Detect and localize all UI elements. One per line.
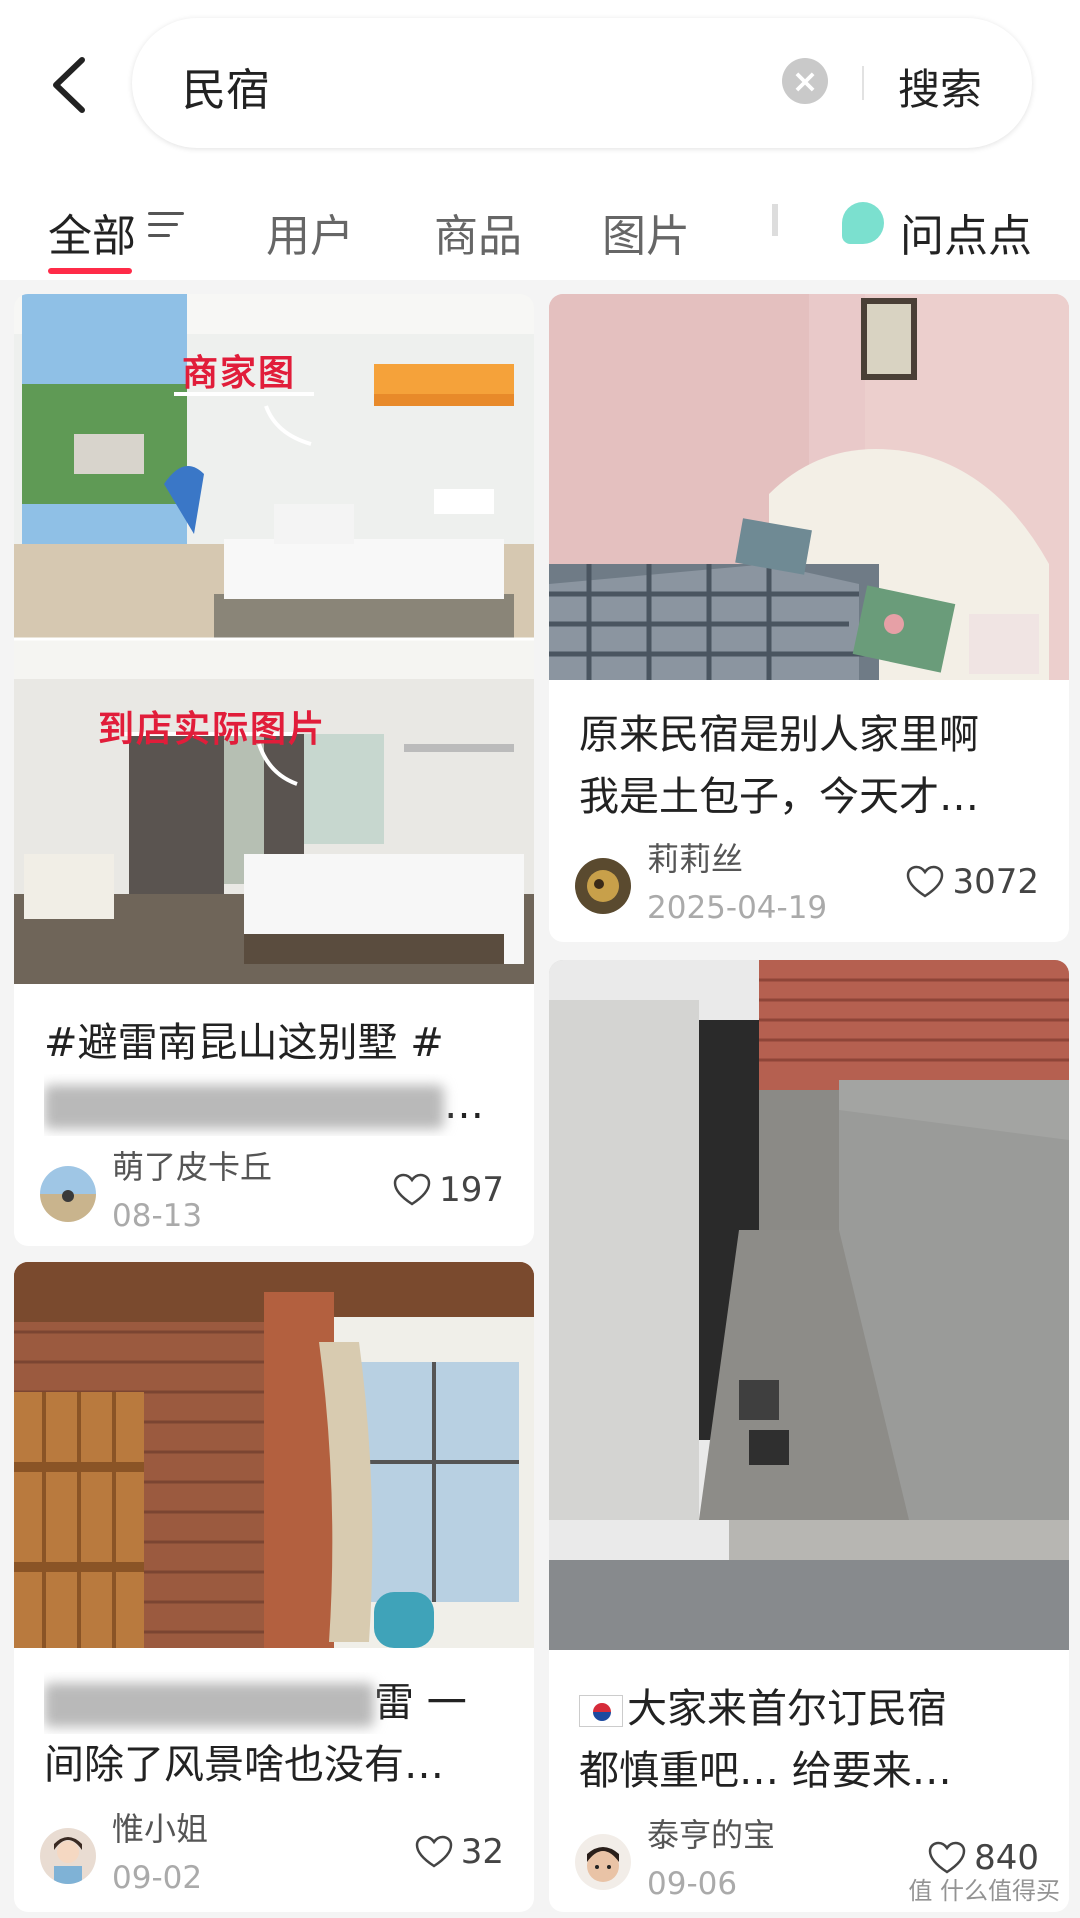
note-title: 原来民宿是别人家里啊 bbox=[579, 712, 979, 758]
tab-users[interactable]: 用户 bbox=[266, 200, 354, 264]
note-card[interactable]: 雷 一 间除了风景啥也没有… 惟小姐 09-02 32 bbox=[14, 1262, 534, 1912]
like-button[interactable]: 32 bbox=[415, 1832, 504, 1872]
like-count: 3072 bbox=[952, 862, 1039, 902]
tab-products[interactable]: 商品 bbox=[434, 200, 522, 264]
tab-all[interactable]: 全部 bbox=[48, 200, 136, 264]
post-date: 2025-04-19 bbox=[647, 890, 828, 926]
post-date: 09-06 bbox=[647, 1866, 738, 1902]
clear-icon[interactable]: × bbox=[782, 58, 828, 104]
note-card[interactable]: 商家图 到店实际图片 #避雷南昆山这别墅 # … 萌了皮卡丘 08-13 197 bbox=[14, 294, 534, 1246]
note-photo bbox=[14, 1262, 534, 1648]
note-photo bbox=[14, 294, 534, 984]
author-name[interactable]: 萌了皮卡丘 bbox=[112, 1142, 272, 1188]
note-photo bbox=[549, 294, 1069, 680]
blurred-text bbox=[44, 1683, 374, 1727]
search-button[interactable]: 搜索 bbox=[898, 56, 982, 117]
blurred-text bbox=[44, 1085, 444, 1129]
heart-icon bbox=[907, 865, 944, 898]
note-card[interactable]: 原来民宿是别人家里啊 我是土包子，今天才… 莉莉丝 2025-04-19 307… bbox=[549, 294, 1069, 942]
filter-icon[interactable] bbox=[148, 210, 188, 240]
post-date: 08-13 bbox=[112, 1198, 203, 1234]
note-photo bbox=[549, 960, 1069, 1650]
note-title-line2: … bbox=[44, 1074, 504, 1136]
note-title-line2: 都慎重吧… 给要来… bbox=[579, 1748, 952, 1794]
note-title: 大家来首尔订民宿 bbox=[579, 1678, 1039, 1740]
heart-icon bbox=[928, 1841, 966, 1874]
back-arrow-icon[interactable] bbox=[40, 50, 100, 120]
ask-button[interactable]: 问点点 bbox=[900, 200, 1032, 264]
avatar[interactable] bbox=[40, 1166, 96, 1222]
like-count: 32 bbox=[460, 1832, 504, 1872]
photo-overlay-label: 商家图 bbox=[182, 353, 297, 394]
tab-overflow-fade bbox=[772, 204, 778, 236]
avatar[interactable] bbox=[575, 1834, 631, 1890]
author-name[interactable]: 莉莉丝 bbox=[647, 834, 743, 880]
like-count: 197 bbox=[439, 1170, 504, 1210]
note-card[interactable]: 大家来首尔订民宿 都慎重吧… 给要来… 泰亨的宝 09-06 840 bbox=[549, 960, 1069, 1912]
active-tab-indicator bbox=[48, 268, 132, 274]
author-name[interactable]: 泰亨的宝 bbox=[647, 1810, 775, 1856]
ask-bubble-icon[interactable] bbox=[842, 202, 884, 244]
note-title: 雷 一 bbox=[44, 1672, 504, 1734]
note-title-line2: 间除了风景啥也没有… bbox=[44, 1742, 444, 1788]
like-button[interactable]: 197 bbox=[393, 1170, 504, 1210]
heart-icon bbox=[393, 1173, 431, 1206]
tab-images[interactable]: 图片 bbox=[602, 200, 690, 264]
top-bar: 民宿 × 搜索 bbox=[0, 0, 1080, 160]
heart-icon bbox=[415, 1835, 452, 1868]
filter-tabs: 全部 用户 商品 图片 问点点 bbox=[0, 160, 1080, 280]
divider bbox=[862, 66, 864, 100]
watermark: 值 什么值得买 bbox=[908, 1877, 1060, 1905]
search-box[interactable]: 民宿 × 搜索 bbox=[132, 18, 1032, 148]
note-title: #避雷南昆山这别墅 # bbox=[44, 1020, 444, 1066]
author-name[interactable]: 惟小姐 bbox=[112, 1804, 208, 1850]
post-date: 09-02 bbox=[112, 1860, 203, 1896]
note-title-line2: 我是土包子，今天才… bbox=[579, 774, 979, 820]
avatar[interactable] bbox=[40, 1828, 96, 1884]
south-korea-flag-icon bbox=[579, 1695, 623, 1727]
photo-overlay-label: 到店实际图片 bbox=[98, 709, 327, 750]
avatar[interactable] bbox=[575, 858, 631, 914]
search-input[interactable]: 民宿 bbox=[182, 54, 270, 118]
like-button[interactable]: 3072 bbox=[906, 862, 1039, 902]
